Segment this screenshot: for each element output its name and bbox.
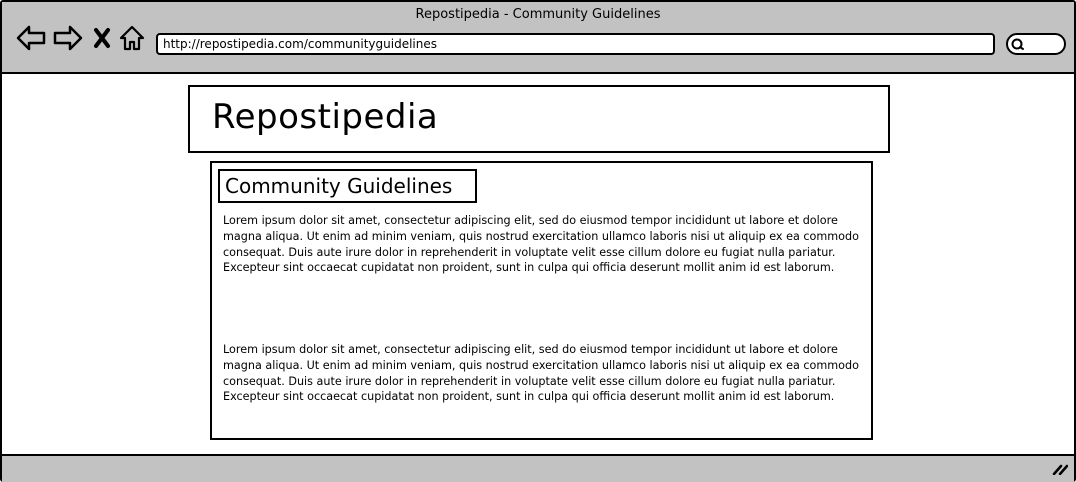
article-heading: Community Guidelines — [225, 174, 453, 198]
home-icon[interactable] — [118, 24, 146, 52]
stop-x-icon[interactable] — [92, 24, 112, 52]
search-field[interactable] — [1006, 33, 1066, 55]
forward-arrow-icon[interactable] — [53, 24, 83, 52]
article-panel: Community Guidelines Lorem ipsum dolor s… — [210, 161, 873, 440]
site-header: Repostipedia — [188, 85, 890, 153]
site-title[interactable]: Repostipedia — [212, 97, 438, 137]
status-bar — [2, 454, 1074, 482]
article-paragraph: Lorem ipsum dolor sit amet, consectetur … — [223, 343, 859, 404]
article-heading-box: Community Guidelines — [218, 169, 477, 203]
browser-toolbar: Repostipedia - Community Guidelines http… — [2, 2, 1074, 74]
resize-grip-icon[interactable] — [1052, 463, 1068, 475]
search-icon — [1011, 38, 1024, 50]
back-arrow-icon[interactable] — [16, 24, 46, 52]
article-paragraph: Lorem ipsum dolor sit amet, consectetur … — [223, 214, 859, 275]
address-bar[interactable]: http://repostipedia.com/communityguideli… — [156, 33, 995, 55]
browser-window: Repostipedia - Community Guidelines http… — [0, 0, 1076, 482]
window-title: Repostipedia - Community Guidelines — [415, 7, 661, 22]
page-content: Repostipedia Community Guidelines Lorem … — [2, 74, 1074, 454]
